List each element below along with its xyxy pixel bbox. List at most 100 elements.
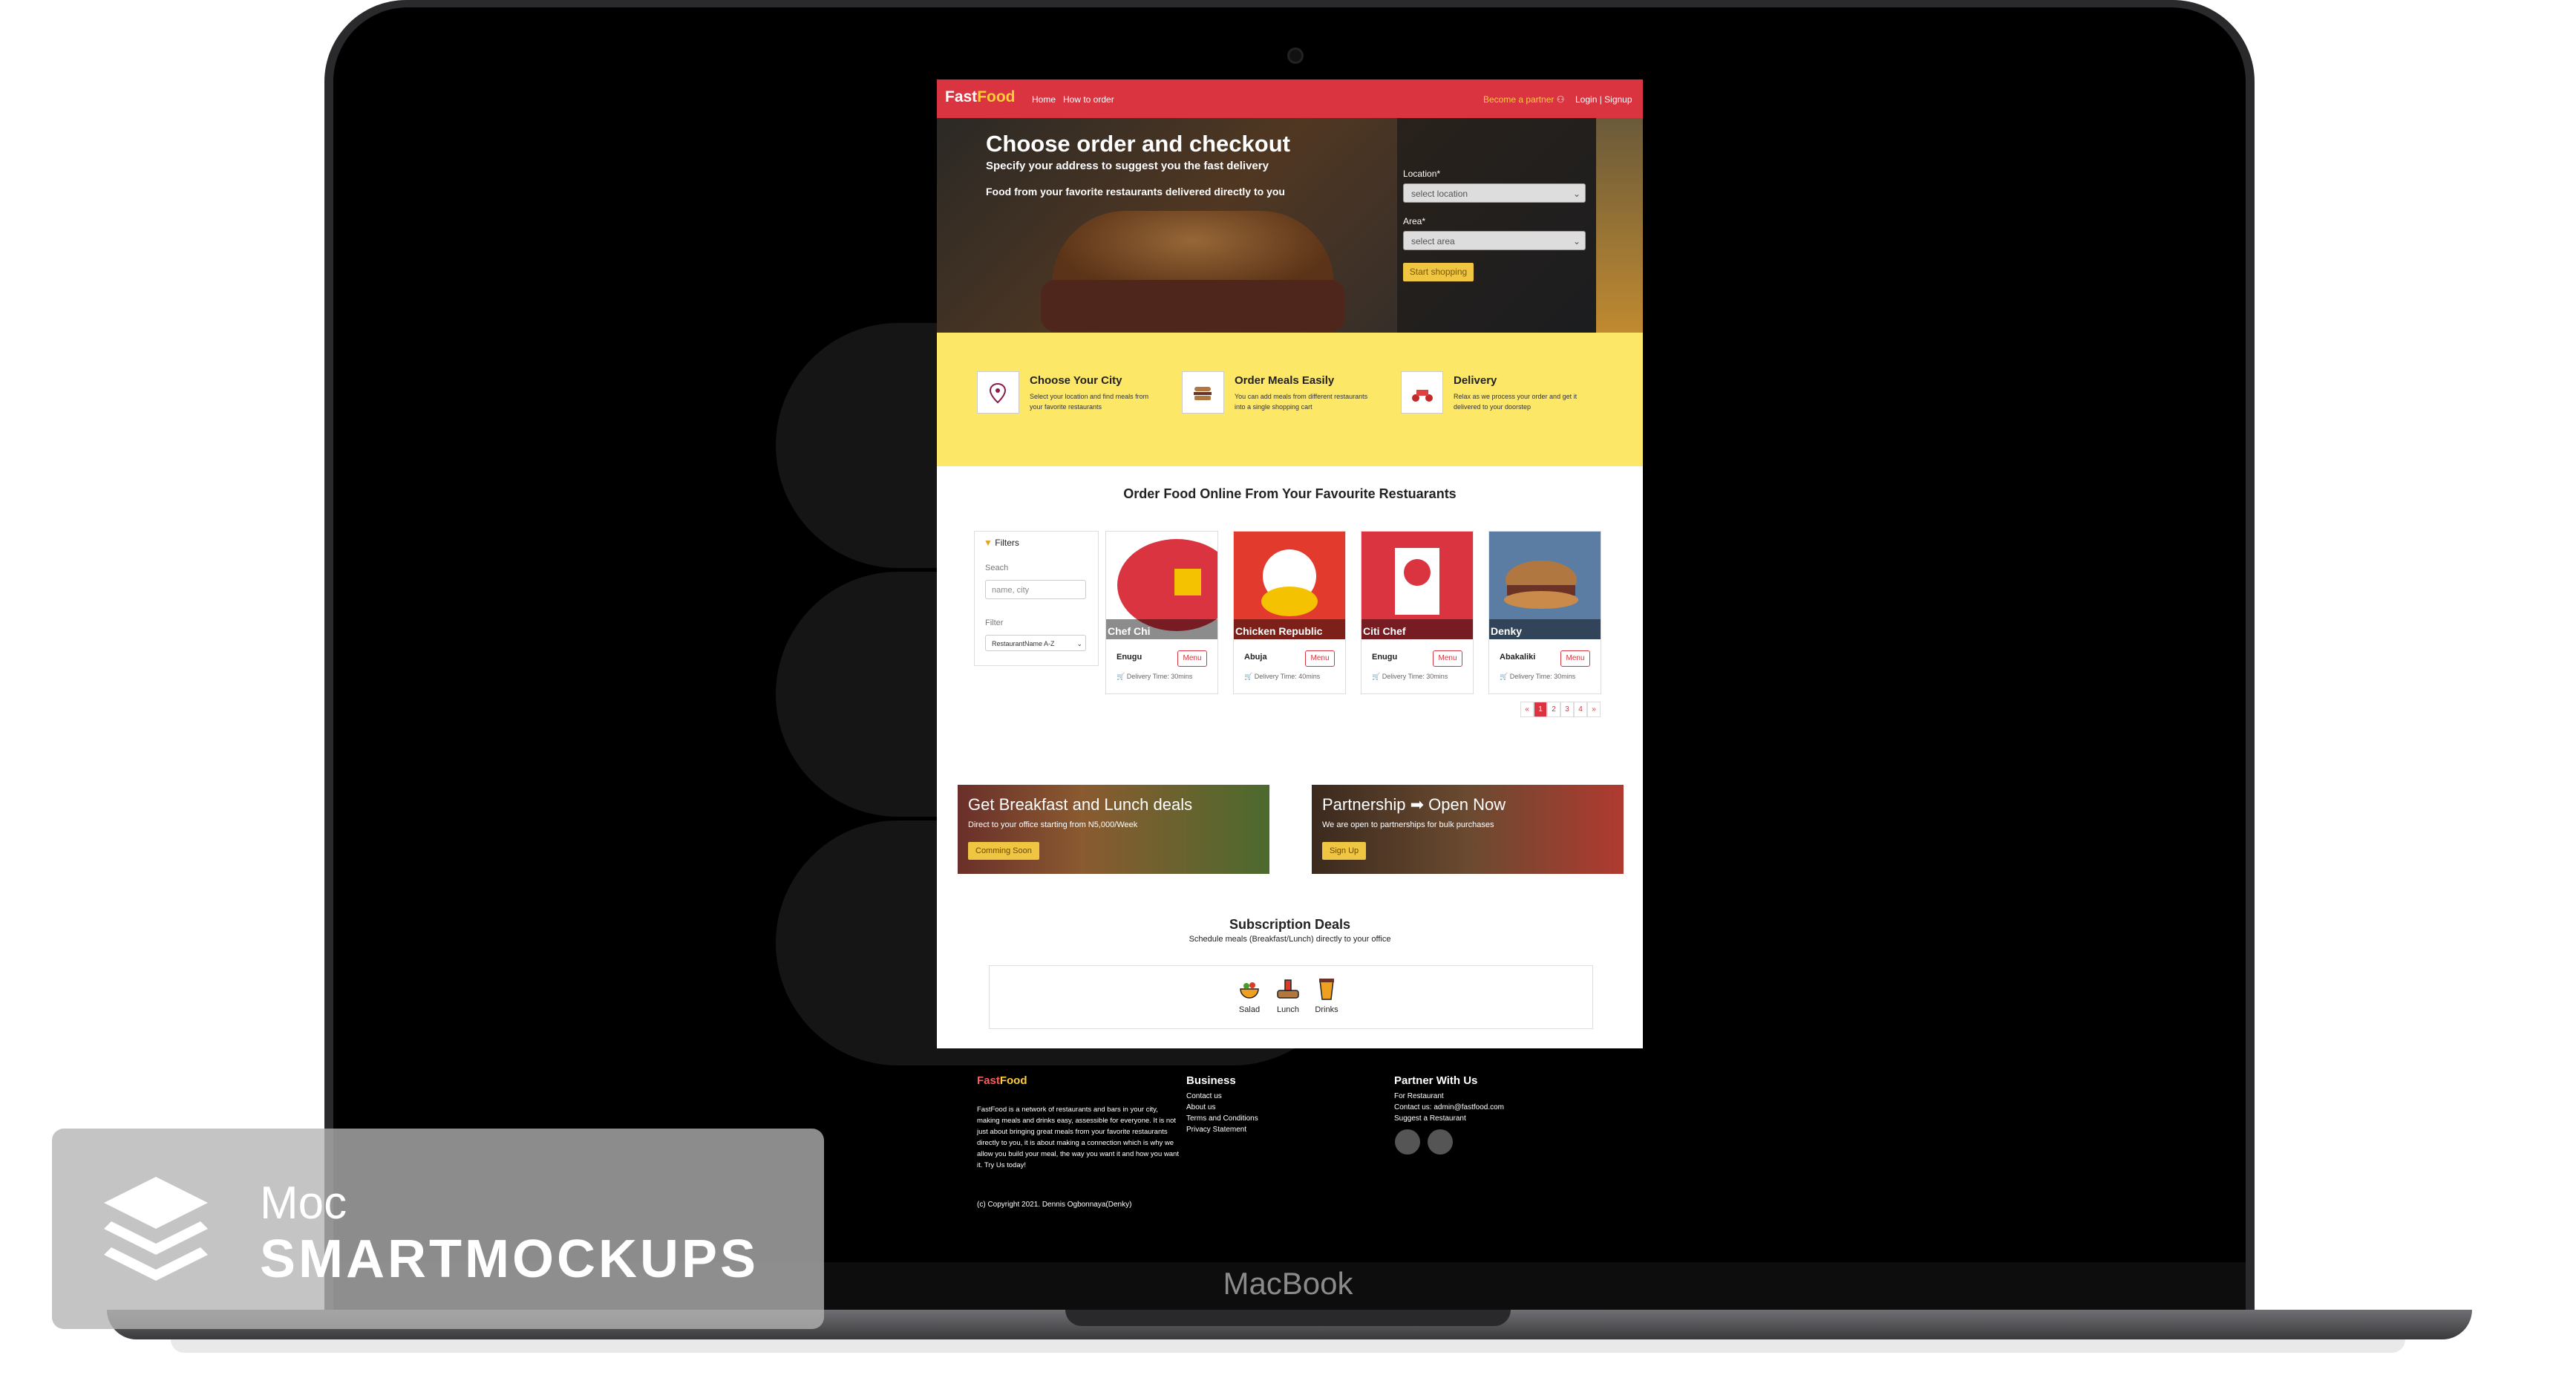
area-select[interactable]: select area ⌄ bbox=[1403, 231, 1586, 250]
burger-icon bbox=[1182, 371, 1224, 414]
filter-icon: ▼ bbox=[984, 538, 993, 548]
lunch-icon bbox=[1275, 976, 1301, 1002]
footer-logo[interactable]: FastFood bbox=[977, 1074, 1027, 1087]
become-partner-link[interactable]: Become a partner ⚇ bbox=[1483, 94, 1565, 105]
feature-title: Delivery bbox=[1454, 374, 1497, 387]
delivery-time: 🛒 Delivery Time: 30mins bbox=[1117, 673, 1193, 680]
restaurant-name: Chef Chi bbox=[1108, 625, 1151, 637]
location-panel: Location* select location ⌄ Area* select … bbox=[1397, 118, 1596, 333]
footer-business-heading: Business bbox=[1186, 1074, 1236, 1087]
banner-subtitle: We are open to partnerships for bulk pur… bbox=[1322, 820, 1494, 829]
laptop-notch bbox=[1065, 1310, 1511, 1326]
nav-home[interactable]: Home bbox=[1032, 94, 1056, 105]
watermark-text: Moc bbox=[260, 1178, 347, 1229]
start-shopping-button[interactable]: Start shopping bbox=[1403, 263, 1474, 281]
laptop-brand: MacBook bbox=[1223, 1266, 1353, 1301]
menu-button[interactable]: Menu bbox=[1560, 650, 1590, 667]
cart-icon: 🛒 bbox=[1117, 673, 1125, 680]
hero-subtitle: Specify your address to suggest you the … bbox=[986, 160, 1269, 172]
watermark-text: SMARTMOCKUPS bbox=[260, 1230, 759, 1289]
restaurant-card[interactable]: Citi Chef Enugu Menu 🛒 Delivery Time: 30… bbox=[1361, 531, 1474, 694]
filters-panel: ▼ Filters Seach name, city Filter Restau… bbox=[974, 531, 1099, 666]
banner-title: Get Breakfast and Lunch deals bbox=[968, 795, 1193, 814]
footer-link[interactable]: Contact us: admin@fastfood.com bbox=[1394, 1102, 1504, 1113]
cart-icon: 🛒 bbox=[1244, 673, 1253, 680]
subscription-salad[interactable]: Salad bbox=[1231, 976, 1268, 1014]
delivery-time: 🛒 Delivery Time: 40mins bbox=[1244, 673, 1321, 680]
footer-partner-heading: Partner With Us bbox=[1394, 1074, 1478, 1087]
site-logo[interactable]: FastFood bbox=[945, 88, 1016, 106]
features-section: Choose Your City Select your location an… bbox=[937, 333, 1643, 466]
cart-icon: 🛒 bbox=[1500, 673, 1508, 680]
restaurant-card[interactable]: Chicken Republic Abuja Menu 🛒 Delivery T… bbox=[1233, 531, 1346, 694]
restaurant-name: Chicken Republic bbox=[1235, 625, 1323, 637]
fries-image bbox=[1596, 118, 1643, 333]
restaurant-city: Enugu bbox=[1372, 653, 1398, 662]
footer-about: FastFood is a network of restaurants and… bbox=[977, 1106, 1179, 1169]
pagination-page[interactable]: 2 bbox=[1547, 702, 1560, 717]
partnership-banner: Partnership ➡ Open Now We are open to pa… bbox=[1312, 785, 1624, 874]
breakfast-banner: Get Breakfast and Lunch deals Direct to … bbox=[958, 785, 1269, 874]
location-select[interactable]: select location ⌄ bbox=[1403, 183, 1586, 203]
feature-desc: You can add meals from different restaur… bbox=[1235, 393, 1368, 411]
footer-link[interactable]: Suggest a Restaurant bbox=[1394, 1113, 1466, 1124]
restaurant-city: Abuja bbox=[1244, 653, 1267, 662]
search-input[interactable]: name, city bbox=[985, 580, 1086, 599]
banner-subtitle: Direct to your office starting from N5,0… bbox=[968, 820, 1138, 829]
footer-link[interactable]: Contact us bbox=[1186, 1091, 1222, 1102]
footer-link[interactable]: Terms and Conditions bbox=[1186, 1113, 1258, 1124]
drinks-icon bbox=[1313, 976, 1340, 1002]
nav-how-to-order[interactable]: How to order bbox=[1063, 94, 1114, 105]
filter-select[interactable]: RestaurantName A-Z ⌄ bbox=[985, 635, 1086, 651]
feature-desc: Relax as we process your order and get i… bbox=[1454, 393, 1578, 411]
banner-title: Partnership ➡ Open Now bbox=[1322, 795, 1506, 814]
restaurant-city: Enugu bbox=[1117, 653, 1142, 662]
feature-title: Choose Your City bbox=[1030, 374, 1122, 387]
layers-icon bbox=[97, 1169, 215, 1292]
pagination-prev[interactable]: « bbox=[1520, 702, 1534, 717]
delivery-time: 🛒 Delivery Time: 30mins bbox=[1500, 673, 1576, 680]
restaurant-image bbox=[1489, 532, 1601, 639]
restaurant-city: Abakaliki bbox=[1500, 653, 1536, 662]
pagination-page[interactable]: 4 bbox=[1574, 702, 1587, 717]
handshake-icon: ⚇ bbox=[1556, 94, 1565, 105]
menu-button[interactable]: Menu bbox=[1177, 650, 1207, 667]
subscription-drinks[interactable]: Drinks bbox=[1308, 976, 1345, 1014]
pagination-next[interactable]: » bbox=[1587, 702, 1601, 717]
subscription-lunch[interactable]: Lunch bbox=[1269, 976, 1307, 1014]
social-icon[interactable] bbox=[1428, 1129, 1453, 1155]
cart-icon: 🛒 bbox=[1372, 673, 1381, 680]
pagination-page[interactable]: 1 bbox=[1534, 702, 1547, 717]
login-signup-link[interactable]: Login | Signup bbox=[1575, 94, 1632, 105]
footer-link[interactable]: Privacy Statement bbox=[1186, 1124, 1246, 1135]
filters-heading: ▼ Filters bbox=[984, 538, 1019, 548]
chevron-down-icon: ⌄ bbox=[1572, 236, 1580, 247]
menu-button[interactable]: Menu bbox=[1305, 650, 1335, 667]
salad-icon bbox=[1236, 976, 1263, 1002]
footer-link[interactable]: About us bbox=[1186, 1102, 1215, 1113]
website: FastFood Home How to order Become a part… bbox=[937, 79, 1643, 1048]
area-label: Area* bbox=[1403, 216, 1426, 226]
laptop-foot bbox=[171, 1339, 2405, 1353]
restaurant-image bbox=[1234, 532, 1345, 639]
hero-title: Choose order and checkout bbox=[986, 131, 1290, 157]
sign-up-button[interactable]: Sign Up bbox=[1322, 842, 1367, 860]
subscription-title: Subscription Deals bbox=[1229, 917, 1351, 932]
map-pin-icon bbox=[977, 371, 1019, 414]
location-label: Location* bbox=[1403, 169, 1441, 179]
scooter-icon bbox=[1401, 371, 1443, 414]
restaurant-image bbox=[1361, 532, 1473, 639]
hero-tagline: Food from your favorite restaurants deli… bbox=[986, 186, 1285, 197]
chevron-down-icon: ⌄ bbox=[1076, 640, 1082, 647]
feature-desc: Select your location and find meals from… bbox=[1030, 393, 1149, 411]
restaurant-card[interactable]: Denky Abakaliki Menu 🛒 Delivery Time: 30… bbox=[1488, 531, 1601, 694]
footer-link[interactable]: For Restaurant bbox=[1394, 1091, 1444, 1102]
restaurant-name: Denky bbox=[1491, 625, 1523, 637]
pagination-page[interactable]: 3 bbox=[1560, 702, 1574, 717]
menu-button[interactable]: Menu bbox=[1433, 650, 1462, 667]
coming-soon-button[interactable]: Comming Soon bbox=[968, 842, 1039, 860]
social-icon[interactable] bbox=[1395, 1129, 1420, 1155]
filter-label: Filter bbox=[985, 618, 1004, 627]
webcam bbox=[1287, 48, 1304, 64]
restaurant-card[interactable]: Chef Chi Enugu Menu 🛒 Delivery Time: 30m… bbox=[1105, 531, 1236, 694]
